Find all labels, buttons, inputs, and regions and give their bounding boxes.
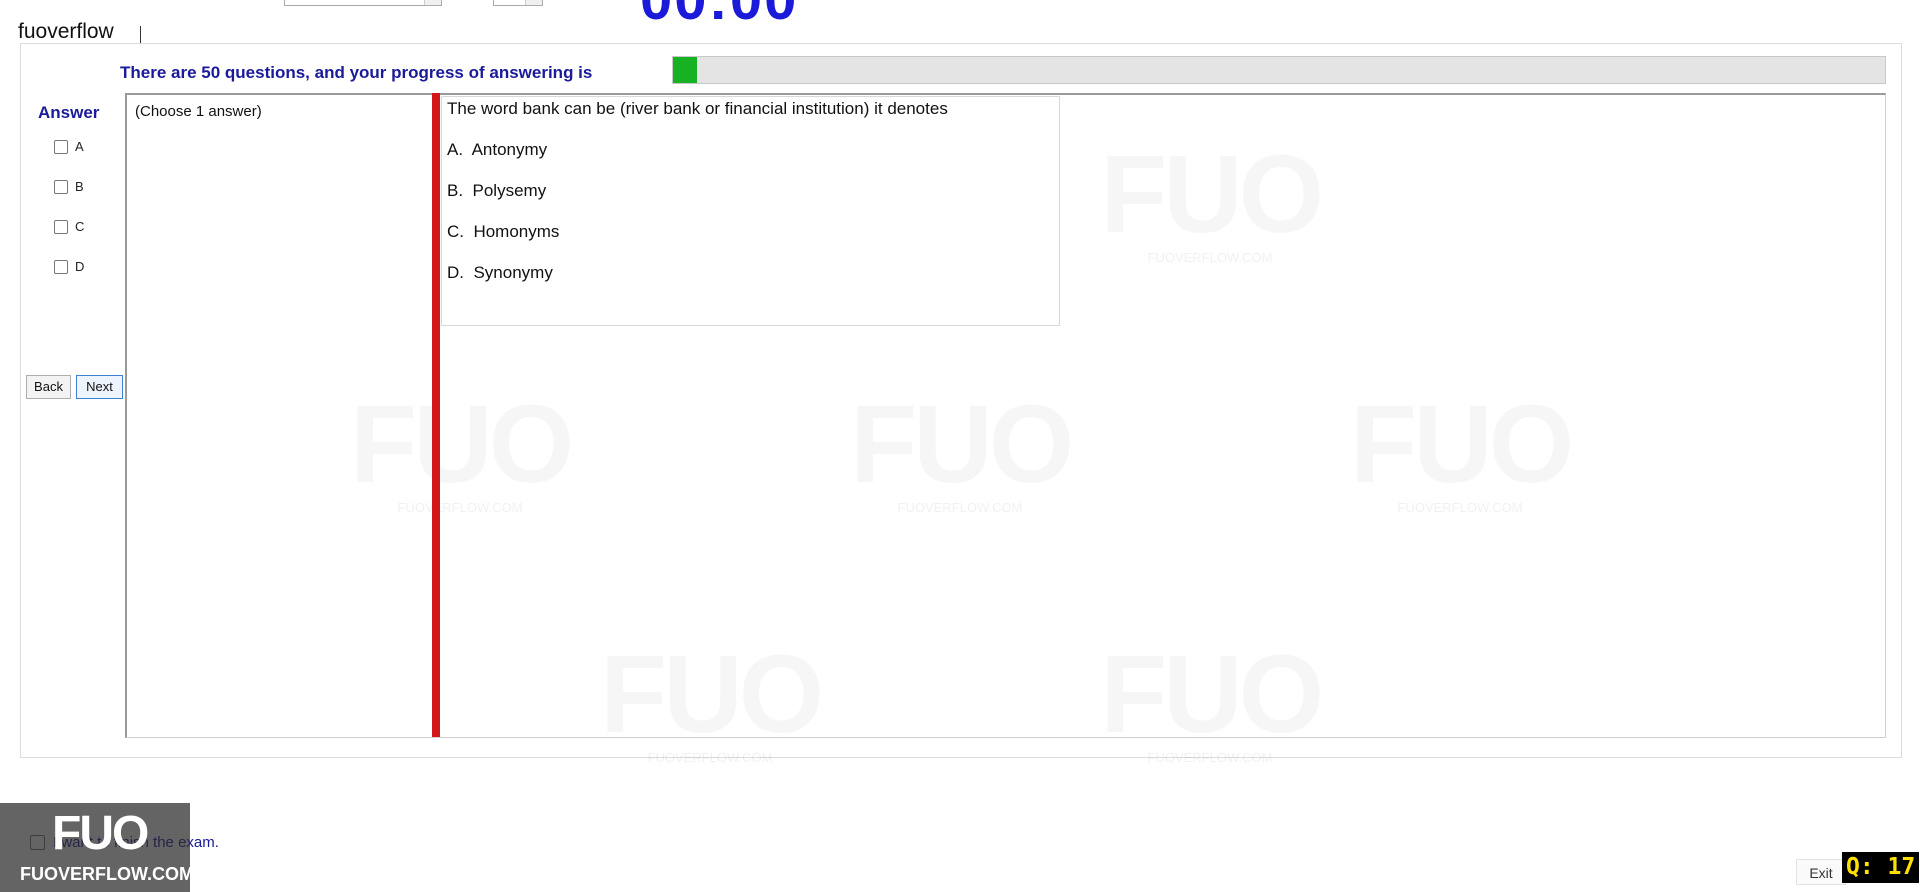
answer-checkbox-b[interactable] (54, 179, 68, 194)
back-button[interactable]: Back (26, 375, 71, 399)
question-option-letter: D. (447, 263, 464, 282)
top-toolbar: 00:00 (0, 0, 1920, 22)
progress-label: There are 50 questions, and your progres… (120, 63, 593, 82)
question-option-a: A. Antonymy (447, 140, 547, 160)
answer-letter-b: B (75, 179, 84, 194)
answer-heading: Answer (38, 103, 100, 122)
answer-option-a[interactable]: A (54, 139, 84, 154)
question-text: The word bank can be (river bank or fina… (447, 99, 948, 118)
exam-timer: 00:00 (640, 0, 798, 22)
question-number-badge: Q: 17 (1842, 852, 1920, 883)
question-option-letter: C. (447, 222, 464, 241)
answer-letter-c: C (75, 219, 85, 234)
next-button[interactable]: Next (76, 375, 123, 399)
question-option-text: Homonyms (473, 222, 560, 241)
question-option-text: Polysemy (472, 181, 547, 200)
question-option-letter: A. (447, 140, 464, 159)
answer-option-b[interactable]: B (54, 179, 84, 194)
answer-letter-d: D (75, 259, 85, 274)
dropdown-arrow-icon[interactable] (525, 0, 542, 5)
top-dropdown[interactable] (284, 0, 442, 6)
progress-bar (672, 56, 1886, 84)
answer-checkbox-a[interactable] (54, 139, 68, 154)
question-option-letter: B. (447, 181, 464, 200)
answer-letter-a: A (75, 139, 84, 154)
question-option-c: C. Homonyms (447, 222, 559, 242)
question-option-d: D. Synonymy (447, 263, 553, 283)
panel-divider[interactable] (432, 93, 440, 737)
question-option-text: Synonymy (473, 263, 553, 282)
progress-bar-fill (673, 57, 698, 83)
fuoverflow-logo-text: FUO (52, 807, 149, 860)
answer-option-d[interactable]: D (54, 259, 84, 274)
answer-checkbox-c[interactable] (54, 219, 68, 234)
exit-button[interactable]: Exit (1796, 859, 1846, 885)
choose-instruction: (Choose 1 answer) (135, 103, 262, 120)
top-small-dropdown[interactable] (493, 0, 543, 6)
question-option-b: B. Polysemy (447, 181, 546, 201)
answer-option-c[interactable]: C (54, 219, 84, 234)
question-box (441, 96, 1060, 326)
brand-text: fuoverflow (18, 20, 114, 43)
dropdown-arrow-icon[interactable] (424, 0, 441, 5)
fuoverflow-logo-site: FUOVERFLOW.COM (20, 864, 194, 884)
question-option-text: Antonymy (471, 140, 548, 159)
answer-checkbox-d[interactable] (54, 259, 68, 274)
